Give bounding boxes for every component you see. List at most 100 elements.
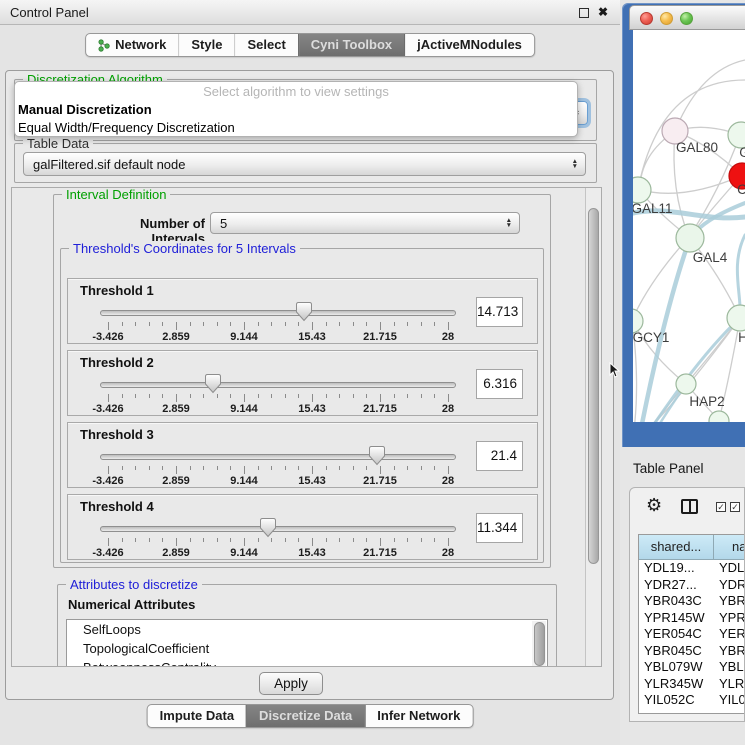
threshold-slider[interactable]: -3.4262.8599.14415.4321.71528 — [100, 301, 456, 343]
slider-handle[interactable] — [368, 445, 386, 466]
attribute-list-item[interactable]: SelfLoops — [67, 620, 547, 639]
zoom-traffic-light-icon[interactable] — [680, 12, 693, 25]
cell-shared-name[interactable]: YPR145W — [639, 610, 714, 627]
numerical-attributes-list[interactable]: SelfLoopsTopologicalCoefficientBetweenne… — [66, 619, 548, 667]
cell-name[interactable]: YDR2 — [714, 577, 745, 594]
vertical-scrollbar[interactable] — [585, 188, 601, 666]
tab-cyni-toolbox[interactable]: Cyni Toolbox — [298, 34, 404, 56]
network-node[interactable] — [633, 177, 651, 203]
vertical-scrollbar-thumb[interactable] — [588, 208, 599, 564]
cell-name[interactable]: YPR1 — [714, 610, 745, 627]
network-node-label: GAL80 — [676, 140, 718, 155]
table-row[interactable]: YPR145WYPR1 — [639, 610, 745, 627]
threshold-slider[interactable]: -3.4262.8599.14415.4321.71528 — [100, 517, 456, 559]
tick-mark — [122, 538, 123, 542]
tick-label: 9.144 — [230, 547, 258, 559]
column-header-shared-name[interactable]: shared... — [639, 535, 714, 560]
attribute-list-item[interactable]: TopologicalCoefficient — [67, 639, 547, 658]
dropdown-option[interactable]: Equal Width/Frequency Discretization — [15, 119, 577, 137]
cell-shared-name[interactable]: YIL052C — [639, 692, 714, 706]
dropdown-option[interactable]: Manual Discretization — [15, 101, 577, 119]
network-graph[interactable]: GAL80GACGAL11GAL4GCY1HHAP2 — [633, 30, 745, 422]
network-node-label: GCY1 — [633, 330, 669, 345]
tick-mark — [326, 538, 327, 542]
tick-mark — [190, 322, 191, 326]
tab-jactivemnodules[interactable]: jActiveMNodules — [404, 34, 534, 56]
cell-shared-name[interactable]: YBR045C — [639, 643, 714, 660]
cell-name[interactable]: YLR3 — [714, 676, 745, 693]
table-row[interactable]: YIL052CYIL0 — [639, 692, 745, 706]
threshold-value-field[interactable]: 14.713 — [476, 297, 523, 327]
cell-shared-name[interactable]: YDR27... — [639, 577, 714, 594]
tab-discretize-data[interactable]: Discretize Data — [246, 705, 364, 727]
tab-network[interactable]: Network — [86, 34, 178, 56]
slider-track[interactable] — [100, 310, 456, 316]
table-row[interactable]: YDR27...YDR2 — [639, 577, 745, 594]
split-columns-icon[interactable] — [681, 499, 698, 514]
slider-track[interactable] — [100, 382, 456, 388]
minimize-traffic-light-icon[interactable] — [660, 12, 673, 25]
tick-mark — [135, 322, 136, 326]
network-node[interactable] — [676, 374, 696, 394]
tick-mark — [380, 538, 381, 546]
network-node[interactable] — [676, 224, 704, 252]
network-canvas[interactable]: GAL80GACGAL11GAL4GCY1HHAP2 — [633, 30, 745, 422]
column-header-name[interactable]: na — [714, 535, 745, 560]
cell-name[interactable]: YBL0 — [714, 659, 745, 676]
cell-name[interactable]: YIL0 — [714, 692, 745, 706]
tick-label: 2.859 — [162, 403, 190, 415]
threshold-value-field[interactable]: 11.344 — [476, 513, 523, 543]
table-row[interactable]: YBR045CYBR0 — [639, 643, 745, 660]
numerical-attributes-label: Numerical Attributes — [68, 597, 195, 612]
table-row[interactable]: YBL079WYBL0 — [639, 659, 745, 676]
cell-shared-name[interactable]: YBL079W — [639, 659, 714, 676]
close-panel-icon[interactable]: ✖ — [598, 4, 608, 21]
tick-mark — [271, 394, 272, 398]
tab-label: Network — [115, 34, 166, 56]
threshold-value-field[interactable]: 6.316 — [476, 369, 523, 399]
threshold-slider[interactable]: -3.4262.8599.14415.4321.71528 — [100, 373, 456, 415]
tab-style[interactable]: Style — [178, 34, 234, 56]
table-row[interactable]: YLR345WYLR3 — [639, 676, 745, 693]
slider-track[interactable] — [100, 526, 456, 532]
tab-select[interactable]: Select — [234, 34, 297, 56]
float-window-icon[interactable] — [579, 8, 589, 18]
list-scrollbar-thumb[interactable] — [534, 622, 545, 666]
tick-mark — [339, 322, 340, 326]
slider-handle[interactable] — [259, 517, 277, 538]
attribute-list-item[interactable]: BetweennessCentrality — [67, 658, 547, 667]
cell-shared-name[interactable]: YBR043C — [639, 593, 714, 610]
number-of-intervals-combobox[interactable]: 5 ▲▼ — [210, 212, 520, 234]
cell-name[interactable]: YDL1 — [714, 560, 745, 577]
tick-mark — [312, 466, 313, 474]
slider-handle[interactable] — [295, 301, 313, 322]
checkbox-icon[interactable]: ✓ — [716, 502, 726, 512]
threshold-value-field[interactable]: 21.4 — [476, 441, 523, 471]
threshold-slider[interactable]: -3.4262.8599.14415.4321.71528 — [100, 445, 456, 487]
slider-track[interactable] — [100, 454, 456, 460]
table-data-combobox[interactable]: galFiltered.sif default node ▲▼ — [23, 152, 586, 176]
cell-name[interactable]: YBR0 — [714, 593, 745, 610]
table-settings-gear-icon[interactable]: ⚙ — [646, 495, 662, 516]
algorithm-dropdown-popup: Select algorithm to view settings Manual… — [14, 81, 578, 137]
network-view-window[interactable]: GAL80GACGAL11GAL4GCY1HHAP2 — [622, 3, 745, 447]
cell-name[interactable]: YER0 — [714, 626, 745, 643]
tick-mark — [135, 538, 136, 542]
close-traffic-light-icon[interactable] — [640, 12, 653, 25]
tick-mark — [366, 538, 367, 542]
tick-mark — [258, 322, 259, 326]
list-scrollbar[interactable] — [532, 621, 546, 667]
checkbox-icon[interactable]: ✓ — [730, 502, 740, 512]
apply-button[interactable]: Apply — [259, 672, 323, 695]
network-window-titlebar[interactable] — [629, 5, 745, 30]
cell-shared-name[interactable]: YDL19... — [639, 560, 714, 577]
cell-shared-name[interactable]: YER054C — [639, 626, 714, 643]
table-row[interactable]: YDL19...YDL1 — [639, 560, 745, 577]
table-row[interactable]: YBR043CYBR0 — [639, 593, 745, 610]
cell-name[interactable]: YBR0 — [714, 643, 745, 660]
tab-infer-network[interactable]: Infer Network — [364, 705, 472, 727]
cell-shared-name[interactable]: YLR345W — [639, 676, 714, 693]
table-row[interactable]: YER054CYER0 — [639, 626, 745, 643]
slider-handle[interactable] — [204, 373, 222, 394]
tab-impute-data[interactable]: Impute Data — [148, 705, 246, 727]
